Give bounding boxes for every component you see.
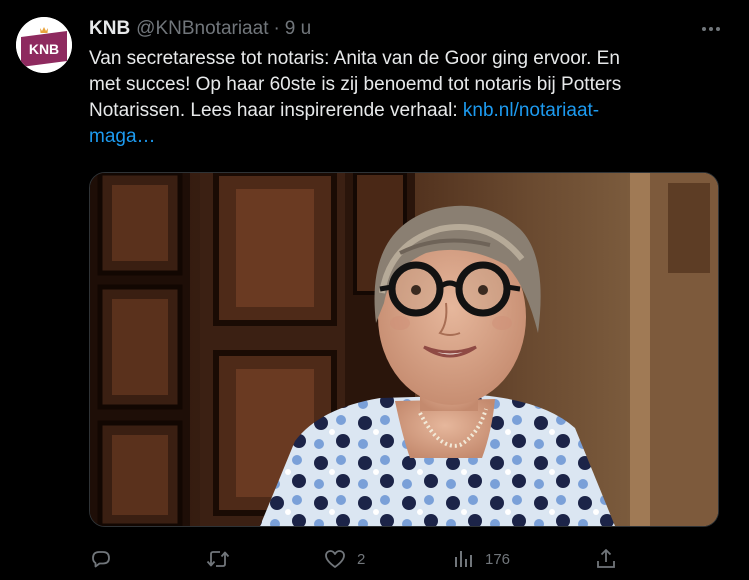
author-name[interactable]: KNB — [89, 18, 130, 40]
separator-dot: · — [273, 18, 280, 39]
tweet-photo[interactable] — [89, 172, 719, 527]
share-button[interactable] — [594, 542, 618, 576]
author-handle[interactable]: @KNBnotariaat — [136, 18, 268, 40]
tweet-text-line: Van secretaresse tot notaris: Anita van … — [89, 48, 620, 69]
share-icon — [597, 549, 615, 568]
tweet-text-line: met succes! Op haar 60ste is zij benoemd… — [89, 74, 622, 95]
bar-chart-icon — [455, 551, 472, 567]
like-button[interactable]: 2 — [323, 542, 365, 576]
tweet-link-continued[interactable]: maga… — [89, 126, 156, 147]
retweet-button[interactable] — [205, 542, 231, 576]
reply-button[interactable] — [89, 542, 113, 576]
tweet-timestamp[interactable]: 9 u — [285, 18, 311, 40]
avatar-logo-text: KNB — [29, 41, 59, 57]
tweet-link[interactable]: knb.nl/notariaat- — [463, 100, 599, 121]
tweet-header: KNB @KNBnotariaat · 9 u — [89, 17, 311, 41]
like-count: 2 — [357, 550, 366, 568]
heart-icon — [325, 550, 345, 568]
avatar[interactable]: KNB — [16, 17, 72, 73]
tweet[interactable]: KNB KNB @KNBnotariaat · 9 u Van secretar… — [0, 0, 749, 580]
views-button[interactable]: 176 — [451, 542, 510, 576]
views-count: 176 — [485, 550, 511, 568]
more-icon — [702, 27, 720, 31]
tweet-actions: 2 176 — [89, 542, 729, 576]
more-options-button[interactable] — [694, 17, 728, 41]
tweet-text: Van secretaresse tot notaris: Anita van … — [89, 46, 729, 150]
retweet-icon — [206, 551, 230, 567]
reply-icon — [92, 551, 110, 568]
tweet-text-line: Notarissen. Lees haar inspirerende verha… — [89, 100, 463, 121]
